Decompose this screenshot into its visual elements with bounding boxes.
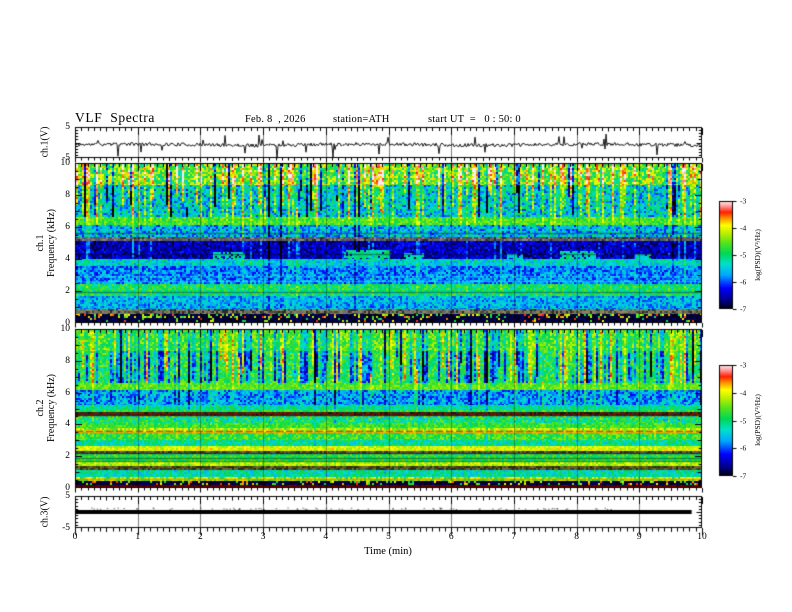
y-tick-label: 4 — [65, 254, 70, 264]
colorbar-tick-label: -6 — [740, 277, 747, 287]
x-tick-label: 2 — [198, 532, 203, 542]
colorbar-tick-label: -7 — [740, 304, 747, 314]
date-label: Feb. 8 , 2026 — [245, 114, 306, 125]
station-label: station=ATH — [333, 114, 390, 125]
y-tick-label: 6 — [65, 387, 70, 398]
ch2-spec-axis-title-line1: ch.2 — [35, 399, 46, 417]
ch2-spec-axis-title: ch.2 Frequency (kHz) — [35, 374, 57, 442]
y-tick-label: 10 — [60, 324, 71, 334]
x-tick-label: 7 — [511, 532, 517, 542]
ch2-spec-axis-title-line2: Frequency (kHz) — [46, 373, 57, 443]
x-tick-label: 5 — [386, 532, 391, 542]
colorbar1-title: log(PSD)(V²/Hz) — [753, 229, 762, 281]
y-tick-label: 8 — [65, 190, 70, 200]
y-tick-label: 4 — [65, 419, 70, 430]
x-tick-label: 0 — [72, 532, 78, 542]
x-tick-label: 10 — [697, 532, 707, 542]
y-tick-label: 10 — [60, 158, 71, 168]
colorbar-tick-label: -4 — [740, 388, 747, 398]
colorbar-tick-label: -3 — [740, 360, 747, 370]
y-tick-label: 2 — [65, 451, 70, 462]
x-tick-label: 9 — [636, 532, 642, 542]
colorbar-tick-label: -5 — [740, 250, 747, 260]
y-tick-label: -5 — [62, 523, 70, 533]
x-tick-label: 3 — [260, 532, 266, 542]
x-axis-title: Time (min) — [364, 546, 412, 557]
ch1-spec-axis-title-line2: Frequency (kHz) — [46, 208, 57, 278]
y-tick-label: 8 — [65, 355, 70, 366]
y-tick-label: 6 — [65, 222, 70, 232]
x-tick-label: 4 — [323, 532, 329, 542]
y-tick-label: 5 — [65, 122, 70, 132]
y-tick-label: 2 — [65, 286, 70, 296]
x-tick-label: 1 — [135, 532, 141, 542]
start-ut-label: start UT = 0 : 50: 0 — [428, 114, 521, 125]
colorbar2-title: log(PSD)(V²/Hz) — [753, 394, 762, 446]
x-tick-label: 8 — [574, 532, 579, 542]
page-title: VLF Spectra — [75, 110, 155, 125]
colorbar-tick-label: -6 — [740, 443, 747, 453]
colorbar-tick-label: -4 — [740, 223, 747, 233]
figure-canvas — [0, 0, 792, 612]
colorbar-tick-label: -7 — [740, 471, 747, 481]
colorbar-tick-label: -3 — [740, 196, 747, 206]
y-tick-label: 5 — [65, 491, 70, 501]
colorbar-tick-label: -5 — [740, 416, 747, 425]
ch1-spec-axis-title-line1: ch.1 — [35, 234, 46, 252]
x-tick-label: 6 — [448, 532, 454, 542]
vlf-spectra-figure: VLF Spectra Feb. 8 , 2026 station=ATH st… — [0, 0, 792, 612]
ch1-spec-axis-title: ch.1 Frequency (kHz) — [35, 209, 57, 277]
